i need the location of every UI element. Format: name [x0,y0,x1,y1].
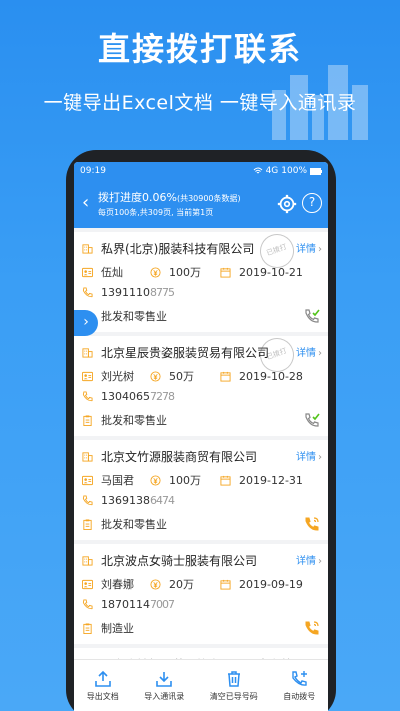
city-decoration-icon [272,65,368,140]
autodial-label: 自动拨号 [283,692,316,701]
detail-label: 详情 [296,244,316,255]
import-contacts-button[interactable]: 导入通讯录 [144,669,184,702]
import-label: 导入通讯录 [144,692,185,701]
legal-person: 马国君 [101,474,134,487]
detail-link[interactable]: 详情 › [296,552,322,567]
phone-number: 1369138 [101,494,150,507]
bottom-toolbar: 导出文档 导入通讯录 清空已导号码 自动拨号 [74,659,328,711]
trash-icon [227,671,240,687]
industry: 制造业 [101,622,134,635]
list-item[interactable]: 已拨打 私界(北京)服装科技有限公司 详情 › 伍灿 100万 2019-10-2… [74,229,328,332]
person-card-icon [82,371,93,381]
person-card-icon [82,267,93,277]
legal-person: 伍灿 [101,266,123,279]
phone-masked: 7278 [150,390,175,403]
industry: 批发和零售业 [101,414,167,427]
yuan-icon [150,578,161,590]
company-name: 北京波点女骑士服装有限公司 [101,554,258,568]
industry: 批发和零售业 [101,310,167,323]
call-icon[interactable] [304,620,320,636]
phone-icon [82,495,93,506]
called-check-icon[interactable] [304,412,320,428]
phone-masked: 7007 [150,598,175,611]
legal-person: 刘春娜 [101,578,134,591]
register-date: 2019-10-21 [239,265,303,279]
auto-dial-button[interactable]: 自动拨号 [283,669,315,702]
clear-label: 清空已导号码 [209,692,258,701]
detail-label: 详情 [296,556,316,567]
page-info: 每页100条,共309页, 当前第1页 [98,208,214,217]
company-name: 北京星辰贵姿服装贸易有限公司 [101,346,270,360]
calendar-icon [220,475,231,486]
detail-link[interactable]: 详情 › [296,448,322,463]
phone-plus-icon [292,671,308,686]
yuan-icon [150,474,161,486]
back-icon[interactable]: ‹ [82,192,89,213]
calendar-icon [220,371,231,382]
called-check-icon[interactable] [304,308,320,324]
calendar-icon [220,579,231,590]
progress-text: 拨打进度0.06% [98,191,177,204]
industry-icon [83,414,92,426]
progress-total: (共30900条数据) [176,194,241,203]
status-time: 09:19 [80,166,106,176]
export-button[interactable]: 导出文档 [87,669,119,702]
wifi-icon [253,167,262,174]
export-label: 导出文档 [86,692,119,701]
legal-person: 刘光树 [101,370,134,383]
building-icon [82,452,93,462]
industry-icon [83,622,92,634]
app-header: ‹ 拨打进度0.06%(共30900条数据) 每页100条,共309页, 当前第… [74,180,328,228]
registered-capital: 100万 [169,474,201,487]
yuan-icon [150,370,161,382]
phone-number: 1304065 [101,390,150,403]
yuan-icon [150,266,161,278]
detail-label: 详情 [296,348,316,359]
phone-number: 1391110 [101,286,150,299]
industry: 批发和零售业 [101,518,167,531]
status-battery: 100% [281,166,307,176]
building-icon [82,348,93,358]
list-item[interactable]: 已拨打 北京星辰贵姿服装贸易有限公司 详情 › 刘光树 50万 2019-10-2… [74,333,328,436]
status-network: 4G [265,166,279,176]
company-name: 北京文竹源服装商贸有限公司 [101,450,258,464]
phone-icon [82,287,93,298]
gear-icon[interactable] [276,193,298,215]
phone-masked: 8775 [150,286,175,299]
registered-capital: 100万 [169,266,201,279]
building-icon [82,244,93,254]
industry-icon [83,518,92,530]
progress-title: 拨打进度0.06%(共30900条数据) [98,189,241,205]
person-card-icon [82,475,93,485]
phone-icon [82,599,93,610]
battery-icon [310,167,322,175]
registered-capital: 20万 [169,578,194,591]
phone-screen: 09:19 4G 100% ‹ 拨打进度0.06%(共30900条数据) 每页1… [74,162,328,711]
register-date: 2019-09-19 [239,577,303,591]
phone-icon [82,391,93,402]
clear-numbers-button[interactable]: 清空已导号码 [210,669,258,702]
register-date: 2019-10-28 [239,369,303,383]
help-button[interactable]: ? [302,193,322,213]
company-list: 已拨打 私界(北京)服装科技有限公司 详情 › 伍灿 100万 2019-10-2… [74,229,328,708]
building-icon [82,556,93,566]
upload-icon [94,670,111,687]
list-item[interactable]: 北京文竹源服装商贸有限公司 详情 › 马国君 100万 2019-12-31 13… [74,440,328,540]
status-bar: 09:19 4G 100% [74,162,328,180]
phone-masked: 6474 [150,494,175,507]
call-icon[interactable] [304,516,320,532]
detail-link[interactable]: 详情 › [296,344,322,359]
download-icon [156,672,173,687]
detail-label: 详情 [296,452,316,463]
register-date: 2019-12-31 [239,473,303,487]
list-item[interactable]: 北京波点女骑士服装有限公司 详情 › 刘春娜 20万 2019-09-19 187… [74,544,328,644]
phone-number: 1870114 [101,598,150,611]
person-card-icon [82,579,93,589]
registered-capital: 50万 [169,370,194,383]
calendar-icon [220,267,231,278]
company-name: 私界(北京)服装科技有限公司 [101,242,255,256]
detail-link[interactable]: 详情 › [296,240,322,255]
